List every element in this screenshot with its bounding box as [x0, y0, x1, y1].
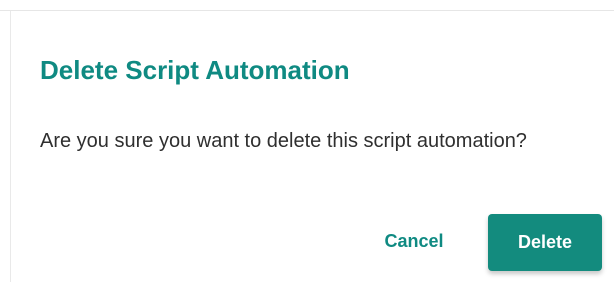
background-strip — [0, 0, 614, 11]
delete-button[interactable]: Delete — [488, 214, 602, 271]
page: Delete Script Automation Are you sure yo… — [0, 0, 614, 282]
dialog-message: Are you sure you want to delete this scr… — [40, 130, 527, 152]
cancel-button[interactable]: Cancel — [370, 217, 458, 265]
delete-confirmation-dialog: Delete Script Automation Are you sure yo… — [10, 11, 614, 282]
dialog-title: Delete Script Automation — [40, 55, 350, 85]
